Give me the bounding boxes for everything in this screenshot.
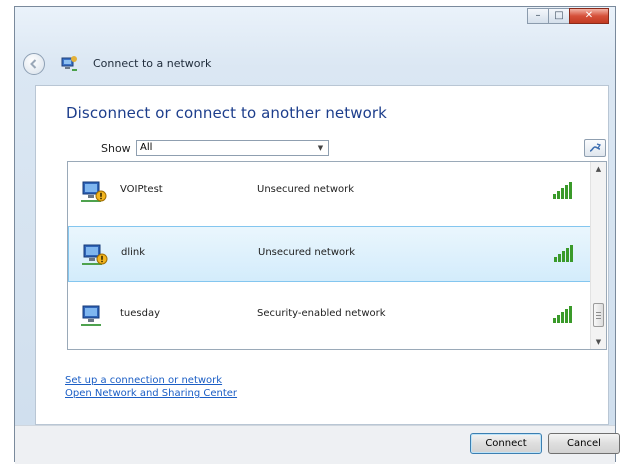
connect-button[interactable]: Connect: [470, 433, 542, 454]
close-icon: ✕: [584, 10, 594, 21]
network-security: Unsecured network: [257, 184, 355, 195]
network-security: Security-enabled network: [257, 308, 386, 319]
close-button[interactable]: ✕: [569, 8, 609, 24]
connect-dialog-window: – □ ✕ Connect to a network Disconnect or…: [14, 6, 620, 464]
minimize-icon: –: [535, 10, 541, 21]
list-scrollbar[interactable]: ▲ ▼: [590, 162, 606, 349]
dialog-footer: Connect Cancel: [15, 425, 620, 464]
network-wizard-icon: [61, 56, 77, 71]
cancel-button[interactable]: Cancel: [548, 433, 620, 454]
network-item[interactable]: VOIPtest Unsecured network: [68, 164, 592, 220]
show-filter-label: Show: [101, 142, 131, 155]
network-name: tuesday: [120, 308, 161, 319]
network-name: dlink: [121, 247, 146, 258]
maximize-icon: □: [554, 10, 564, 21]
network-list[interactable]: VOIPtest Unsecured network dlink Unsecur…: [67, 161, 607, 350]
refresh-icon: [589, 143, 602, 152]
scroll-thumb[interactable]: [593, 303, 604, 327]
scroll-down-arrow-icon[interactable]: ▼: [591, 335, 606, 349]
refresh-button[interactable]: [584, 139, 606, 157]
unsecured-network-icon: [82, 244, 108, 265]
window-title: Connect to a network: [93, 57, 212, 70]
setup-connection-link[interactable]: Set up a connection or network: [65, 375, 222, 386]
caption-buttons: – □ ✕: [527, 8, 609, 24]
show-filter-value: All: [140, 142, 153, 153]
secured-network-icon: [81, 305, 101, 326]
minimize-button[interactable]: –: [527, 8, 549, 24]
maximize-button[interactable]: □: [548, 8, 570, 24]
page-title: Disconnect or connect to another network: [66, 104, 387, 122]
dialog-content: Disconnect or connect to another network…: [35, 85, 609, 425]
chevron-down-icon: ▼: [317, 144, 324, 152]
show-filter-dropdown[interactable]: All ▼: [136, 140, 329, 156]
signal-strength-icon: [553, 182, 572, 199]
back-button[interactable]: [23, 53, 45, 75]
title-bar: – □ ✕ Connect to a network: [15, 7, 615, 83]
network-name: VOIPtest: [120, 184, 163, 195]
network-item-selected[interactable]: dlink Unsecured network: [68, 226, 592, 282]
network-sharing-center-link[interactable]: Open Network and Sharing Center: [65, 388, 237, 399]
back-arrow-icon: [30, 59, 37, 69]
signal-strength-icon: [553, 306, 572, 323]
network-security: Unsecured network: [258, 247, 356, 258]
network-item[interactable]: tuesday Security-enabled network: [68, 288, 592, 344]
unsecured-network-icon: [81, 181, 107, 202]
scroll-up-arrow-icon[interactable]: ▲: [591, 162, 606, 176]
signal-strength-icon: [554, 245, 573, 262]
